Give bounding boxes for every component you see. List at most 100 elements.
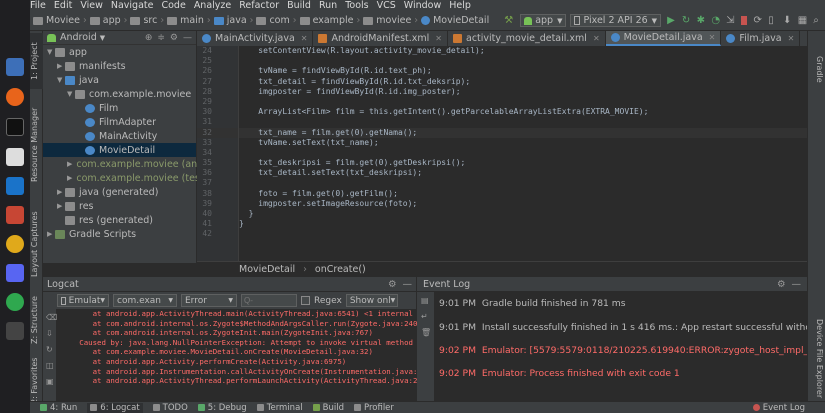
tab-todo[interactable]: TODO: [152, 403, 188, 413]
menu-refactor[interactable]: Refactor: [239, 0, 279, 11]
tab-activity-movie-detail[interactable]: activity_movie_detail.xml ✕: [448, 31, 606, 46]
breadcrumb-src[interactable]: src ›: [130, 15, 164, 26]
tab-layout-captures[interactable]: Layout Captures: [30, 206, 43, 282]
menu-edit[interactable]: Edit: [54, 0, 72, 11]
screenshot-icon[interactable]: ◫: [46, 361, 54, 370]
sync-gradle-icon[interactable]: ⟳: [753, 15, 762, 27]
android-studio-icon[interactable]: [6, 206, 24, 224]
menu-tools[interactable]: Tools: [345, 0, 368, 11]
tab-mainactivity[interactable]: MainActivity.java ✕: [197, 31, 314, 46]
file-manager-icon[interactable]: [6, 58, 24, 76]
chrome-icon[interactable]: [6, 235, 24, 253]
apps-grid-icon[interactable]: [6, 322, 24, 340]
tree-item-package-test[interactable]: ▶ com.example.moviee (test: [43, 171, 204, 185]
text-editor-icon[interactable]: [6, 148, 24, 166]
layout-inspector-icon[interactable]: ▦: [798, 15, 807, 27]
tab-device-file-explorer[interactable]: Device File Explorer: [811, 316, 824, 401]
stop-icon[interactable]: [740, 16, 748, 25]
hide-icon[interactable]: —: [403, 279, 413, 290]
tab-run[interactable]: 4: Run: [40, 403, 77, 413]
log-line-link[interactable]: at com.example.moviee.MovieDetail.onCrea…: [57, 347, 417, 357]
hammer-icon[interactable]: ⚒: [504, 15, 513, 27]
breadcrumb-project[interactable]: Moviee ›: [33, 15, 87, 26]
gear-icon[interactable]: ⚙: [170, 33, 178, 43]
debug-icon[interactable]: ✱: [697, 15, 706, 27]
tab-favorites[interactable]: 2: Favorites: [30, 356, 43, 406]
gear-icon[interactable]: ⚙: [777, 279, 786, 290]
apply-changes-icon[interactable]: ↻: [682, 15, 691, 27]
logcat-show-only-select[interactable]: Show onl ▼: [345, 294, 398, 307]
logcat-level-select[interactable]: Error ▼: [181, 294, 237, 307]
tree-item-filmadapter[interactable]: FilmAdapter: [43, 115, 196, 129]
code-editor[interactable]: setContentView(R.layout.activity_movie_d…: [239, 46, 807, 261]
tab-resource-manager[interactable]: Resource Manager: [30, 99, 43, 191]
breadcrumb-app[interactable]: app ›: [89, 15, 127, 26]
run-config-select[interactable]: app ▼: [520, 14, 567, 27]
tab-profiler[interactable]: Profiler: [353, 403, 394, 413]
breadcrumb-moviee[interactable]: moviee ›: [363, 15, 418, 26]
firefox-icon[interactable]: [6, 88, 24, 106]
tree-item-package-main[interactable]: ▼ com.example.moviee: [43, 87, 196, 101]
tree-item-manifests[interactable]: ▶ manifests: [43, 59, 196, 73]
tab-gradle[interactable]: Gradle: [811, 49, 824, 89]
close-icon[interactable]: ✕: [709, 33, 716, 42]
logcat-output[interactable]: at android.app.ActivityThread.main(Activ…: [57, 309, 417, 401]
avd-manager-icon[interactable]: ▯: [768, 15, 777, 27]
attach-debugger-icon[interactable]: ⇲: [726, 15, 735, 27]
profiler-icon[interactable]: ◔: [711, 15, 720, 27]
tab-event-log[interactable]: Event Log: [752, 403, 805, 413]
logcat-search-input[interactable]: [241, 294, 297, 307]
breadcrumb-com[interactable]: com ›: [256, 15, 297, 26]
restart-icon[interactable]: ↻: [46, 345, 53, 354]
menu-code[interactable]: Code: [161, 0, 185, 11]
run-icon[interactable]: ▶: [667, 15, 676, 27]
logcat-package-select[interactable]: com.exan ▼: [113, 294, 177, 307]
tree-item-res-generated[interactable]: res (generated): [43, 213, 196, 227]
hide-icon[interactable]: —: [792, 279, 802, 290]
tree-item-java-generated[interactable]: ▶ java (generated): [43, 185, 196, 199]
chevron-down-icon[interactable]: ▼: [100, 34, 105, 42]
code-breadcrumb-method[interactable]: onCreate(): [315, 264, 366, 275]
tab-logcat[interactable]: 6: Logcat: [87, 402, 143, 413]
device-select[interactable]: Pixel 2 API 26 ▼: [570, 14, 662, 27]
tab-debug[interactable]: 5: Debug: [197, 403, 247, 413]
tree-item-package-androidtest[interactable]: ▶ com.example.moviee (andr: [43, 157, 207, 171]
collapse-all-icon[interactable]: ≑: [157, 33, 165, 43]
screen-record-icon[interactable]: ▣: [46, 377, 54, 386]
tree-item-mainactivity[interactable]: MainActivity: [43, 129, 196, 143]
tab-project[interactable]: 1: Project: [30, 33, 43, 89]
tab-androidmanifest[interactable]: AndroidManifest.xml ✕: [313, 31, 448, 46]
tree-item-gradle-scripts[interactable]: ▶ Gradle Scripts: [43, 227, 196, 241]
logcat-device-select[interactable]: Emulat ▼: [57, 294, 109, 307]
menu-help[interactable]: Help: [449, 0, 471, 11]
tree-item-res[interactable]: ▶ res: [43, 199, 196, 213]
tree-item-moviedetail[interactable]: MovieDetail: [43, 143, 196, 157]
soft-wrap-icon[interactable]: ↵: [421, 312, 428, 321]
menu-vcs[interactable]: VCS: [377, 0, 396, 11]
delete-icon[interactable]: 🗑: [421, 328, 431, 337]
menu-file[interactable]: File: [30, 0, 46, 11]
menu-run[interactable]: Run: [319, 0, 337, 11]
gear-icon[interactable]: ⚙: [388, 279, 397, 290]
close-icon[interactable]: ✕: [435, 34, 442, 43]
close-icon[interactable]: ✕: [788, 34, 795, 43]
code-breadcrumb-class[interactable]: MovieDetail: [239, 264, 295, 275]
close-icon[interactable]: ✕: [593, 34, 600, 43]
mark-read-icon[interactable]: ▤: [421, 296, 429, 305]
regex-checkbox[interactable]: [301, 296, 310, 305]
sdk-manager-icon[interactable]: ⬇: [783, 15, 792, 27]
breadcrumb-moviedetail[interactable]: MovieDetail: [421, 15, 489, 26]
breadcrumb-main[interactable]: main ›: [167, 15, 211, 26]
tab-moviedetail[interactable]: MovieDetail.java ✕: [605, 31, 722, 46]
tree-item-film[interactable]: Film: [43, 101, 196, 115]
hide-icon[interactable]: —: [183, 33, 192, 43]
discord-icon[interactable]: [6, 264, 24, 282]
sync-scroll-icon[interactable]: ⊕: [145, 33, 153, 43]
clear-logcat-icon[interactable]: ⌫: [46, 313, 57, 322]
project-view-select[interactable]: Android: [60, 32, 97, 43]
malwarebytes-icon[interactable]: [6, 177, 24, 195]
tab-terminal[interactable]: Terminal: [256, 403, 303, 413]
tree-item-java[interactable]: ▼ java: [43, 73, 196, 87]
menu-build[interactable]: Build: [287, 0, 311, 11]
breadcrumb-java[interactable]: java ›: [213, 15, 253, 26]
